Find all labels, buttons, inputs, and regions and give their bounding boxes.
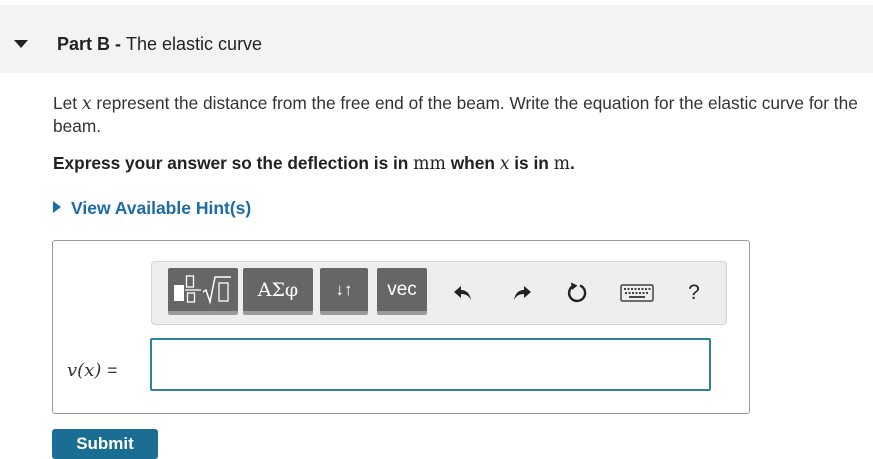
unit-mm: mm [413,154,446,174]
answer-lhs: v(x) [67,360,102,381]
part-separator: - [110,34,127,54]
variable-x: x [81,94,92,114]
instructions-text-4: . [570,153,575,173]
help-icon: ? [688,281,700,304]
instructions-text-1: Express your answer so the deflection is… [53,153,414,173]
submit-button[interactable]: Submit [52,429,158,459]
arrows-icon: ↓↑ [335,279,353,299]
instructions-text-2: when [445,153,500,173]
undo-button[interactable] [449,279,477,307]
undo-icon [454,286,471,300]
prompt-text-pre: Let [53,93,82,113]
templates-button[interactable] [168,268,238,315]
reset-button[interactable] [563,279,591,307]
unit-m: m [553,154,571,174]
part-header[interactable]: Part B - The elastic curve [0,5,873,73]
part-title: Part B - The elastic curve [57,34,262,55]
question-prompt: Let x represent the distance from the fr… [53,92,858,137]
greek-symbols-icon: ΑΣφ [257,278,299,301]
answer-instructions: Express your answer so the deflection is… [53,153,575,174]
expand-arrow-icon [53,201,61,213]
view-hints-link[interactable]: View Available Hint(s) [53,198,251,219]
part-title-text: The elastic curve [126,34,263,54]
instructions-text-3: is in [509,153,554,173]
vector-icon: vec [387,278,417,300]
keyboard-icon [620,284,654,302]
answer-input[interactable] [150,338,711,391]
answer-label: v(x) = [67,360,117,381]
reset-icon [567,282,587,303]
math-toolbar: ΑΣφ ↓↑ vec ? [151,261,727,325]
keyboard-button[interactable] [618,279,656,307]
prompt-text-post: represent the distance from the free end… [53,93,858,136]
greek-symbols-button[interactable]: ΑΣφ [243,268,313,315]
templates-icon [174,274,231,305]
redo-button[interactable] [508,279,536,307]
collapse-caret-icon[interactable] [14,40,28,48]
help-button[interactable]: ? [680,279,708,307]
equals-sign: = [107,361,118,380]
vector-button[interactable]: vec [377,268,427,315]
arrows-button[interactable]: ↓↑ [320,268,368,315]
redo-icon [514,286,531,300]
part-label: Part B [57,34,111,54]
variable-x: x [499,154,510,174]
hint-link-label: View Available Hint(s) [71,198,252,218]
answer-box: ΑΣφ ↓↑ vec ? v(x) = [52,240,750,414]
